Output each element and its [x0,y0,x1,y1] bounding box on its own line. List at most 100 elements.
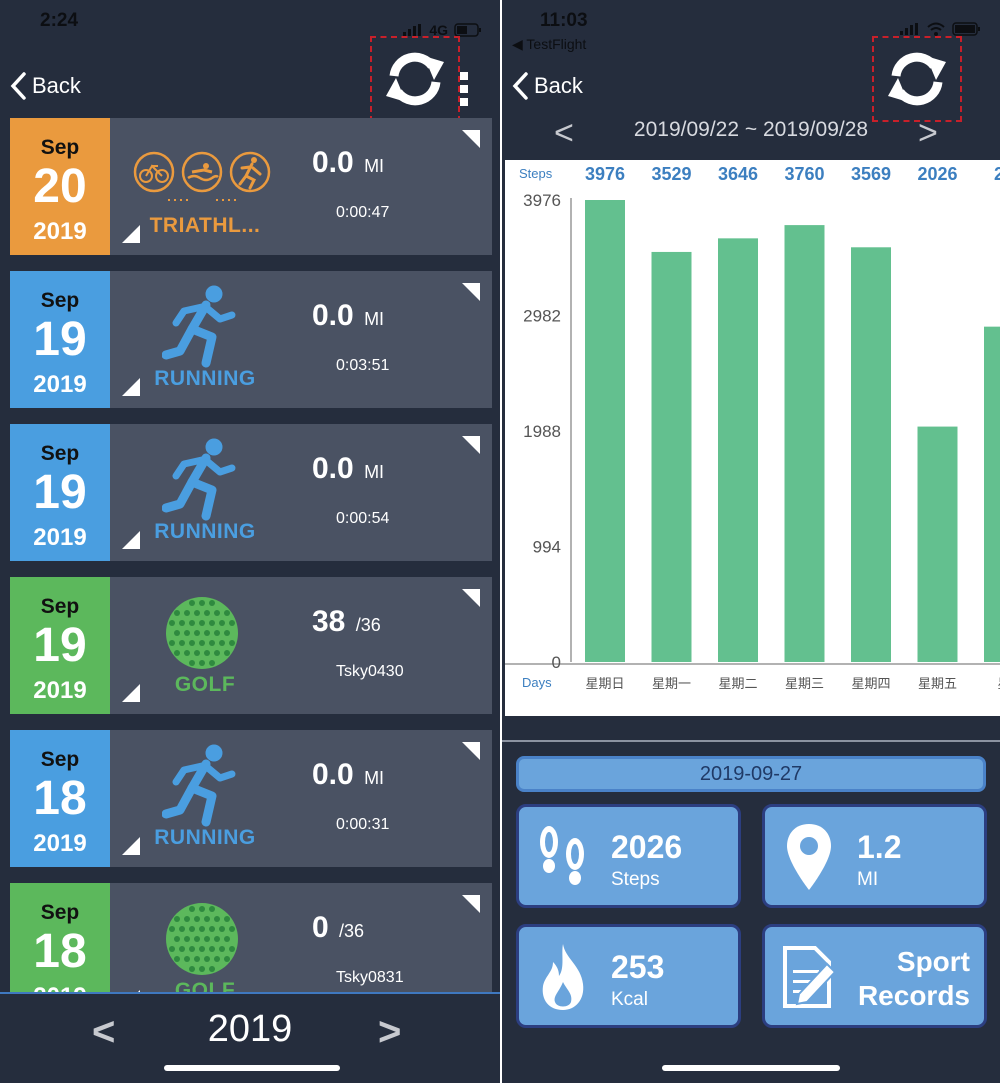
y-axis-title: Steps [519,166,553,181]
chart-bar [718,238,758,662]
back-label: Back [534,73,583,98]
activity-detail: 0:00:54 [336,510,390,527]
activity-month: Sep [40,442,80,465]
battery-icon [454,23,481,37]
activity-detail: 0:03:51 [336,357,390,374]
activity-month: Sep [40,901,80,924]
sport-records-line2: Records [857,980,970,1011]
activity-sport-label: GOLF [174,673,236,696]
year-label: 2019 [207,1008,293,1050]
activity-month: Sep [40,748,80,771]
activity-day: 18 [33,772,87,825]
home-indicator [662,1065,840,1071]
activity-sport-label: TRIATHL... [149,214,261,237]
activity-detail: 0:00:47 [336,204,390,221]
sport-records-button[interactable]: Sport Records [762,924,987,1028]
status-time: 2:24 [40,10,79,31]
activity-sport-label: GOLF [174,979,236,992]
activity-unit: MI [364,156,385,176]
activity-detail: 0:00:31 [336,816,390,833]
expand-corner-icon[interactable] [462,742,480,760]
activity-unit: MI [364,768,385,788]
activity-unit: MI [364,462,385,482]
expand-corner-icon[interactable] [462,436,480,454]
activity-date: Sep18 2019 [10,730,110,867]
steps-bar-chart: Steps Days 0 994 1988 2982 3976 3976 星期日 3529 星期一 3… [505,160,1000,716]
chevron-left-icon [10,72,26,100]
bar-value-label: 3760 [784,164,824,184]
activity-sport-label: RUNNING [154,826,256,849]
back-button[interactable]: Back [512,72,583,100]
activity-value: 0.0 [312,758,354,791]
year-navigator: < 2019 > [0,992,500,1083]
daily-summary: 2019-09-27 2026 Steps 1.2 MI 253 Kcal Sp… [502,740,1000,1083]
wifi-icon [927,22,945,36]
activity-card[interactable]: Sep 19 2019 RUNNING 0.0 MI 0:00:54 [10,424,492,561]
selected-date[interactable]: 2019-09-27 [516,756,986,792]
flame-icon [533,941,593,1013]
activity-year: 2019 [33,677,87,704]
bar-value-label: 28 [994,164,1000,184]
activity-date: Sep 19 2019 [10,577,110,714]
next-week-button[interactable]: > [918,114,938,153]
activity-year: 2019 [33,830,87,857]
x-tick-label: 星期五 [918,677,957,692]
distance-tile[interactable]: 1.2 MI [762,804,987,908]
golf-ball-icon [122,589,282,677]
activity-card[interactable]: Sep18 2019 GOLF 0 /36 Tsky0831 [10,883,492,992]
battery-icon [952,22,980,36]
status-icons [900,22,982,36]
signal-icon [403,24,422,36]
map-pin-icon [779,821,839,893]
x-tick-label: 星期日 [585,677,624,692]
activity-year: 2019 [33,218,87,245]
steps-value: 2026 [611,829,683,865]
activity-day: 19 [33,619,87,672]
status-bar: 2:24 4G [0,8,500,38]
activity-main-value: 38 /36 [312,605,381,639]
expand-corner-icon[interactable] [462,895,480,913]
more-menu-icon[interactable] [460,72,468,106]
activity-unit: /36 [355,615,381,635]
activity-card[interactable]: Sep 19 2019 GOLF 38 /36 Tsky0430 [10,577,492,714]
activity-card[interactable]: Sep 20 2019 TRIATHL... 0.0 MI 0:00:47 [10,118,492,255]
activity-month: Sep [40,289,80,312]
back-label: Back [32,73,81,98]
activity-value: 0.0 [312,452,354,485]
sport-records-label: Sport Records [858,945,970,1013]
expand-corner-icon[interactable] [462,283,480,301]
activity-month: Sep [40,595,80,618]
bar-value-label: 3529 [651,164,691,184]
activity-main-value: 0.0 MI [312,452,384,486]
activity-card[interactable]: Sep 19 2019 RUNNING 0.0 MI 0:03:51 [10,271,492,408]
nav-bar: Back [0,36,500,122]
next-year-button[interactable]: > [378,1010,401,1055]
expand-corner-icon[interactable] [462,130,480,148]
nav-bar: Back [502,36,1000,122]
running-icon [122,283,282,371]
sync-button-highlight[interactable] [872,36,962,122]
steps-unit: Steps [611,869,660,890]
bar-value-label: 3976 [585,164,625,184]
activity-detail: Tsky0430 [336,663,404,680]
steps-tile[interactable]: 2026 Steps [516,804,741,908]
activity-year: 2019 [33,371,87,398]
activity-unit: MI [364,309,385,329]
step-stats-screen: 11:03 ◀ TestFlight Back < 2019/09/22 ~ 2… [502,0,1000,1083]
edit-document-icon [779,941,839,1013]
sync-icon [386,52,444,106]
testflight-back-link[interactable]: ◀ TestFlight [512,36,586,53]
expand-corner-icon[interactable] [462,589,480,607]
sync-icon [888,52,946,106]
calories-tile[interactable]: 253 Kcal [516,924,741,1028]
y-tick-label: 1988 [523,422,561,441]
chevron-left-icon [512,72,528,100]
activity-card[interactable]: Sep 18 2019 RUNNING 0.0 MI 0:00:31 [10,730,492,867]
sync-button-highlight[interactable] [370,36,460,122]
chart-bar [984,326,1000,662]
back-button[interactable]: Back [10,72,81,100]
y-tick-label: 0 [552,653,561,672]
activity-main-value: 0.0 MI [312,146,384,180]
activity-year: 2019 [10,983,110,992]
y-tick-label: 994 [533,538,561,557]
